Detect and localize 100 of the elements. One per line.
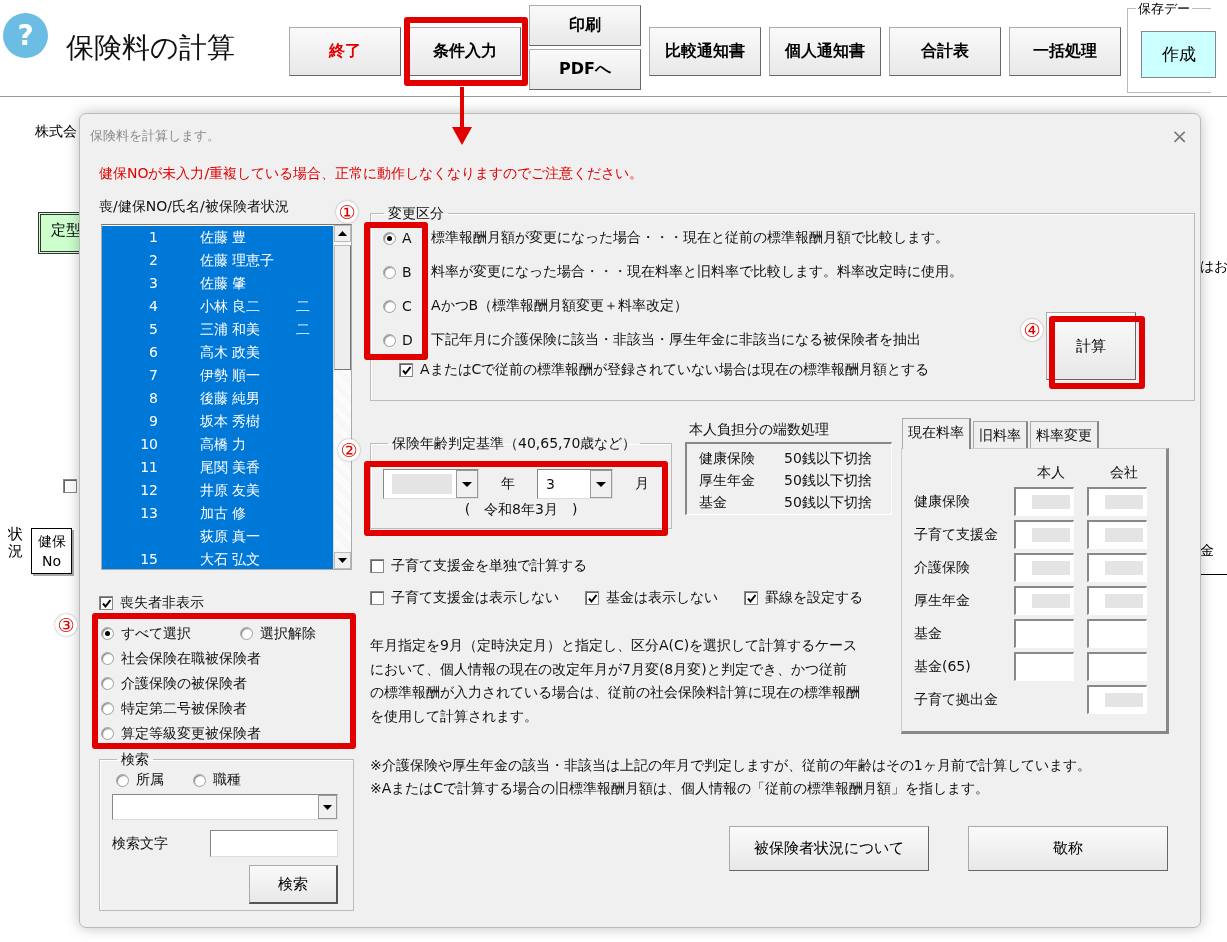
list-row[interactable]: 12 井原 友美 [102,479,333,502]
unit-label: 年 [501,475,515,493]
combo-value: 3 [546,476,555,492]
toolbar-button[interactable]: 合計表 [889,27,1001,76]
row-number: 1 [148,228,158,247]
scrollbar-thumb[interactable] [334,245,351,370]
list-row[interactable]: 11 尾関 美香 [102,456,333,479]
radio-button[interactable] [101,627,114,640]
row-name: 高橋 力 [200,435,248,454]
radio-button[interactable] [101,727,114,740]
list-row[interactable]: 2 佐藤 理恵子 [102,249,333,272]
row-name: 伊勢 順一 [200,366,262,385]
tab[interactable]: 旧料率 [973,421,1028,448]
dropdown-field[interactable] [383,469,479,499]
tab[interactable]: 料率変更 [1030,421,1099,448]
radio-button[interactable] [383,333,396,347]
row-name: 坂本 秀樹 [200,412,262,431]
checkbox[interactable] [585,591,599,605]
list-row[interactable]: 4 小林 良二 二 [102,295,333,318]
rate-field[interactable] [1087,619,1147,648]
rate-field[interactable] [1014,619,1074,648]
tab[interactable]: 現在料率 [902,418,971,449]
rate-field[interactable] [1087,652,1147,681]
rate-field[interactable] [1087,685,1147,714]
radio-button[interactable] [101,702,114,715]
rate-field[interactable] [1014,652,1074,681]
list-row[interactable]: 8 後藤 純男 [102,387,333,410]
blurred-value [1105,528,1143,542]
rate-field[interactable] [1087,487,1147,516]
toolbar-button[interactable]: 比較通知書 [649,27,761,76]
dropdown-arrow-icon[interactable] [462,481,472,487]
blurred-value [1032,528,1070,542]
checkbox[interactable] [370,559,384,573]
search-button[interactable]: 検索 [249,865,338,904]
dropdown-field[interactable]: 3 [537,469,613,499]
rate-label: 厚生年金 [914,591,971,610]
rate-field[interactable] [1087,553,1147,582]
rate-field[interactable] [1014,487,1074,516]
radio-label: D [402,332,414,348]
app-title: 保険料の計算 [66,30,236,66]
dropdown-arrow-icon[interactable] [323,804,332,810]
rate-field[interactable] [1087,520,1147,549]
list-row[interactable]: 13 加古 修 [102,502,333,525]
checkmark-icon [586,592,598,604]
list-row[interactable]: 10 高橋 力 [102,433,333,456]
rate-field[interactable] [1087,586,1147,615]
checkbox[interactable] [744,591,758,605]
scroll-down-icon[interactable] [338,558,347,563]
checkbox[interactable] [399,363,413,377]
row-status: 二 [296,320,311,339]
list-row[interactable]: 5 三浦 和美 二 [102,318,333,341]
list-row[interactable]: 荻原 真一 [102,525,333,548]
dropdown-arrow-icon[interactable] [596,481,606,487]
checkbox[interactable] [99,596,113,610]
radio-label: A [402,230,413,246]
radio-button[interactable] [101,652,114,665]
exit-button[interactable]: 終了 [289,27,401,76]
list-row[interactable]: 15 大石 弘文 [102,548,333,569]
list-row[interactable]: 9 坂本 秀樹 [102,410,333,433]
scroll-up-icon[interactable] [338,231,347,236]
toolbar-button[interactable]: 条件入力 [409,27,521,76]
close-button[interactable]: × [1171,124,1188,148]
create-button[interactable]: 作成 [1141,31,1216,78]
rate-label: 子育て拠出金 [914,690,999,709]
row-name: 小林 良二 [200,297,262,316]
blurred-value [1105,594,1143,608]
radio-button[interactable] [240,627,253,640]
toolbar-button[interactable]: 個人通知書 [769,27,881,76]
radio-button[interactable] [383,231,396,245]
checkbox[interactable] [63,479,77,493]
rate-field[interactable] [1014,553,1074,582]
toolbar-button[interactable]: PDFへ [529,49,641,90]
radio-label: C [402,298,413,314]
rate-field[interactable] [1014,586,1074,615]
radio-button[interactable] [383,299,396,313]
list-row[interactable]: 7 伊勢 順一 [102,364,333,387]
dialog-button[interactable]: 被保険者状況について [729,826,929,871]
dropdown-field[interactable] [112,794,338,820]
checkmark-icon [100,597,112,609]
row-name: 尾関 美香 [200,458,262,477]
radio-label: 介護保険の被保険者 [121,674,247,693]
search-text-field[interactable] [210,830,338,857]
list-row[interactable]: 1 佐藤 豊 [102,226,333,249]
list-row[interactable]: 3 佐藤 肇 [102,272,333,295]
rate-field[interactable] [1014,520,1074,549]
toolbar-button[interactable]: 一括処理 [1009,27,1121,76]
section-title: 本人負担分の端数処理 [688,420,830,439]
radio-button[interactable] [101,677,114,690]
list-row[interactable]: 6 高木 政美 [102,341,333,364]
radio-button[interactable] [383,265,396,279]
row-number: 7 [148,366,158,385]
rate-label: 基金(65) [914,657,972,676]
option-description: AかつB（標準報酬月額変更＋料率改定） [431,297,689,315]
radio-button[interactable] [116,773,129,787]
radio-button[interactable] [193,773,206,787]
dialog-button[interactable]: 敬称 [968,826,1168,871]
row-number: 8 [148,389,158,408]
toolbar-button[interactable]: 印刷 [529,5,641,46]
checkbox[interactable] [370,591,384,605]
blurred-value [1032,561,1070,575]
